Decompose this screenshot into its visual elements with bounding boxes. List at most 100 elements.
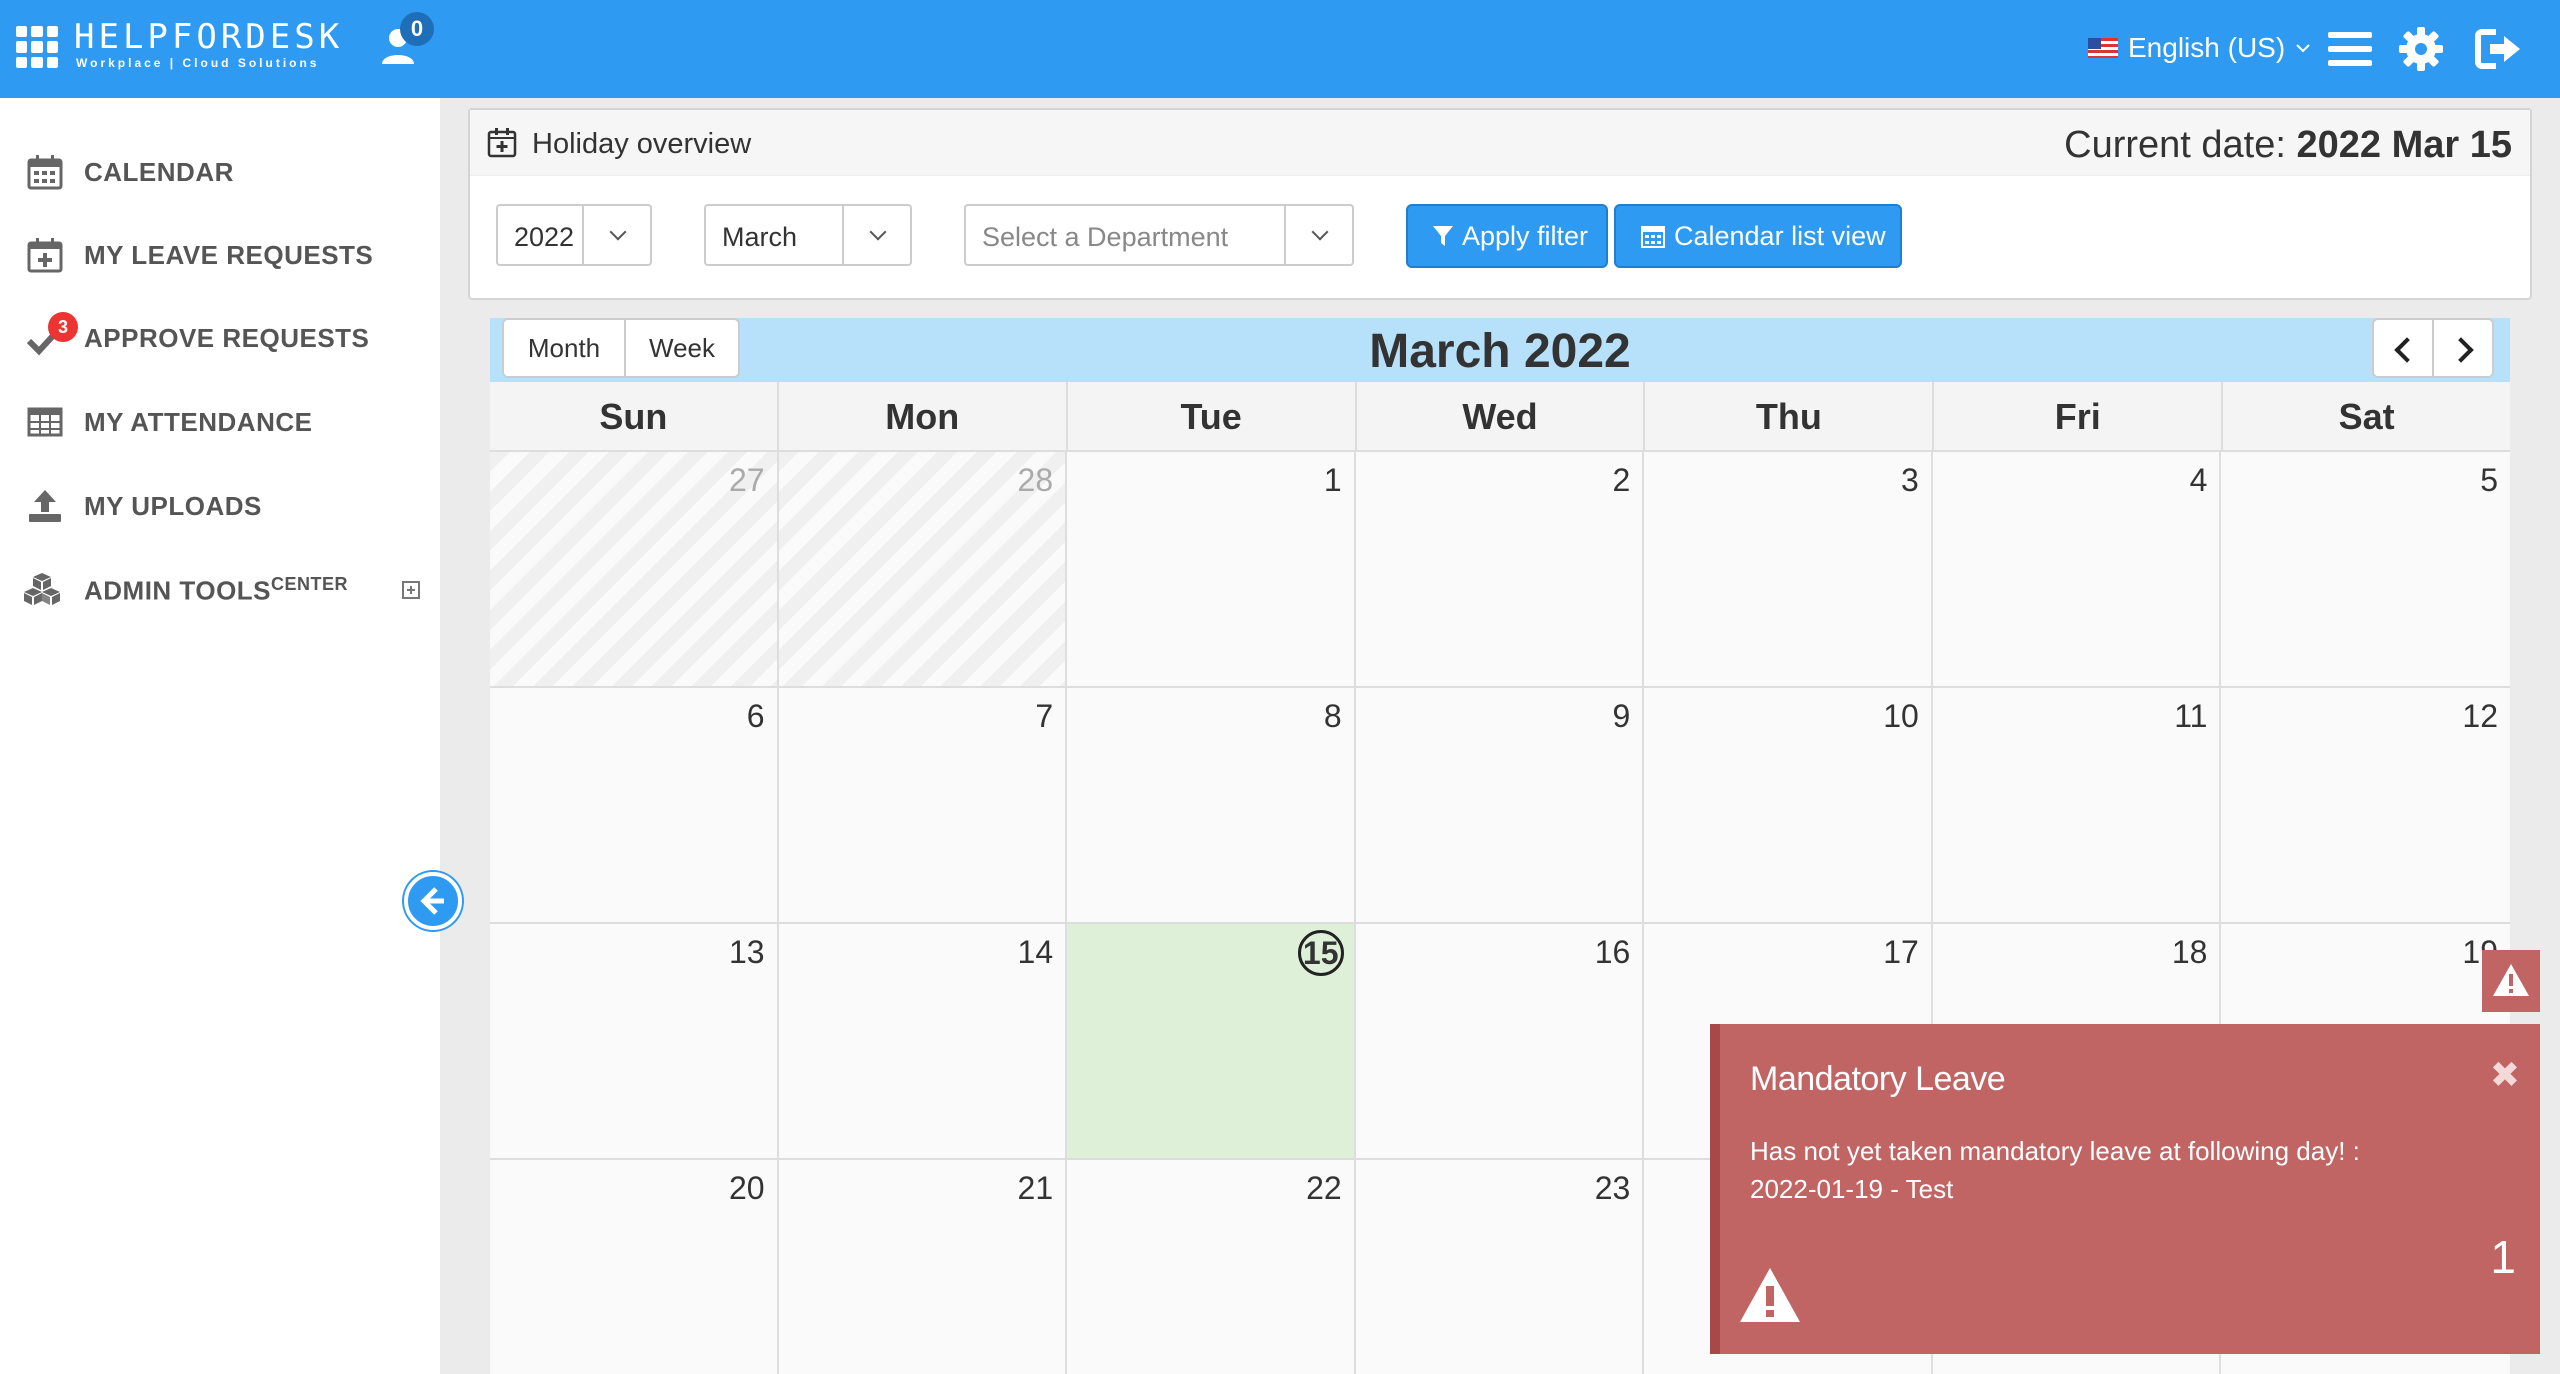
- chevron-down-icon: [1284, 206, 1352, 264]
- day-cell[interactable]: 1: [1067, 452, 1356, 688]
- language-label: English (US): [2128, 32, 2286, 63]
- day-cell[interactable]: 10: [1644, 688, 1933, 924]
- day-cell[interactable]: 16: [1355, 924, 1645, 1160]
- department-select[interactable]: Select a Department: [964, 204, 1354, 266]
- day-cell[interactable]: 27: [490, 452, 779, 688]
- sidebar-item-approve-requests[interactable]: 3 APPROVE REQUESTS: [0, 308, 440, 368]
- day-cell[interactable]: 7: [778, 688, 1068, 924]
- logo-subtitle: Workplace | Cloud Solutions: [76, 56, 320, 70]
- logout-icon[interactable]: [2474, 26, 2524, 72]
- day-number: 6: [746, 698, 765, 734]
- day-cell[interactable]: 8: [1067, 688, 1356, 924]
- dow-header: Fri: [1934, 382, 2224, 450]
- chevron-down-icon: [582, 206, 650, 264]
- day-number: 3: [1901, 462, 1919, 498]
- day-number: 10: [1883, 698, 1919, 734]
- department-select-placeholder: Select a Department: [982, 222, 1229, 252]
- close-icon[interactable]: ✖: [2490, 1054, 2520, 1096]
- day-number: 14: [1017, 934, 1054, 970]
- gear-icon[interactable]: [2396, 26, 2446, 72]
- day-cell[interactable]: 3: [1644, 452, 1933, 688]
- admin-tools-superscript: CENTER: [271, 573, 349, 594]
- next-month-button[interactable]: [2432, 318, 2494, 378]
- cubes-icon: [24, 573, 60, 605]
- day-cell-today[interactable]: 15: [1067, 924, 1356, 1160]
- day-cell[interactable]: 14: [778, 924, 1068, 1160]
- day-number: 12: [2462, 698, 2498, 734]
- chevron-down-icon: [2296, 44, 2310, 53]
- logo-text: HELPFORDESK: [74, 17, 344, 57]
- filter-icon: [1433, 226, 1453, 246]
- day-cell[interactable]: 9: [1355, 688, 1645, 924]
- sidebar-item-my-uploads[interactable]: MY UPLOADS: [0, 476, 440, 536]
- day-cell[interactable]: 12: [2221, 688, 2510, 924]
- warning-icon: [2493, 964, 2529, 996]
- calendar-icon: [27, 155, 63, 190]
- day-number: 16: [1594, 934, 1631, 970]
- notification-message: Has not yet taken mandatory leave at fol…: [1750, 1136, 2360, 1166]
- dow-header: Sat: [2338, 396, 2395, 437]
- day-number: 7: [1035, 698, 1054, 734]
- calendar-list-view-button[interactable]: Calendar list view: [1614, 204, 1902, 268]
- upload-icon: [29, 490, 61, 522]
- day-cell[interactable]: 13: [490, 924, 779, 1160]
- app-grid-icon[interactable]: [16, 26, 58, 68]
- day-number: 23: [1594, 1170, 1631, 1206]
- day-number: 17: [1883, 934, 1919, 970]
- calendar-toolbar: Month Week March 2022: [490, 318, 2510, 382]
- dow-header: Wed: [1357, 382, 1646, 450]
- day-cell[interactable]: 11: [1932, 688, 2222, 924]
- day-number: 5: [2480, 462, 2498, 498]
- day-number: 20: [728, 1170, 765, 1206]
- day-number: 11: [2174, 698, 2208, 734]
- calendar-icon: [1641, 226, 1665, 248]
- sidebar-item-my-leave-requests[interactable]: MY LEAVE REQUESTS: [0, 225, 440, 285]
- dow-header: Mon: [779, 382, 1068, 450]
- sidebar-item-calendar[interactable]: CALENDAR: [0, 142, 440, 202]
- day-number: 4: [2189, 462, 2208, 498]
- month-select[interactable]: March: [704, 204, 912, 266]
- notification-count: 1: [2490, 1231, 2516, 1283]
- expand-plus-icon[interactable]: [402, 581, 420, 599]
- month-select-value: March: [722, 222, 798, 252]
- menu-icon[interactable]: [2326, 26, 2376, 72]
- dow-header: Tue: [1068, 382, 1357, 450]
- prev-month-button[interactable]: [2372, 318, 2434, 378]
- day-cell[interactable]: 28: [778, 452, 1068, 688]
- table-icon: [27, 407, 63, 437]
- mandatory-leave-notification: Mandatory Leave ✖ Has not yet taken mand…: [1710, 1024, 2540, 1354]
- calendar-plus-icon: [27, 238, 63, 273]
- calendar-list-view-label: Calendar list view: [1674, 220, 1886, 251]
- arrow-left-icon: [420, 887, 444, 915]
- language-selector[interactable]: English (US): [2088, 28, 2311, 68]
- year-select-value: 2022: [514, 222, 575, 252]
- collapse-sidebar-button[interactable]: [404, 872, 462, 930]
- day-cell[interactable]: 2: [1355, 452, 1645, 688]
- notification-toggle-button[interactable]: [2482, 950, 2540, 1012]
- sidebar-item-label: MY UPLOADS: [84, 490, 262, 521]
- day-cell[interactable]: 4: [1932, 452, 2222, 688]
- apply-filter-button[interactable]: Apply filter: [1406, 204, 1608, 268]
- day-cell[interactable]: 21: [778, 1160, 1068, 1374]
- today-day-number: 15: [1297, 930, 1344, 976]
- day-cell[interactable]: 22: [1067, 1160, 1356, 1374]
- day-cell[interactable]: 5: [2221, 452, 2510, 688]
- day-number: 13: [728, 934, 765, 970]
- day-cell[interactable]: 23: [1355, 1160, 1645, 1374]
- current-date: Current date: 2022 Mar 15: [2064, 124, 2512, 166]
- sidebar-item-my-attendance[interactable]: MY ATTENDANCE: [0, 392, 440, 452]
- sidebar-item-label: ADMIN TOOLSCENTER: [84, 573, 349, 606]
- sidebar-item-label: APPROVE REQUESTS: [84, 322, 370, 353]
- day-cell[interactable]: 20: [490, 1160, 779, 1374]
- us-flag-icon: [2088, 38, 2118, 58]
- user-notification-badge[interactable]: 0: [400, 12, 434, 46]
- warning-icon: [1740, 1268, 1800, 1322]
- day-number: 8: [1323, 698, 1342, 734]
- day-number: 1: [1323, 462, 1342, 498]
- sidebar-item-admin-tools[interactable]: ADMIN TOOLSCENTER: [0, 560, 440, 620]
- holiday-overview-panel: Holiday overview Current date: 2022 Mar …: [468, 108, 2532, 300]
- day-number: 2: [1612, 462, 1631, 498]
- year-select[interactable]: 2022: [496, 204, 652, 266]
- day-cell[interactable]: 6: [490, 688, 779, 924]
- dow-header: Thu: [1645, 382, 1935, 450]
